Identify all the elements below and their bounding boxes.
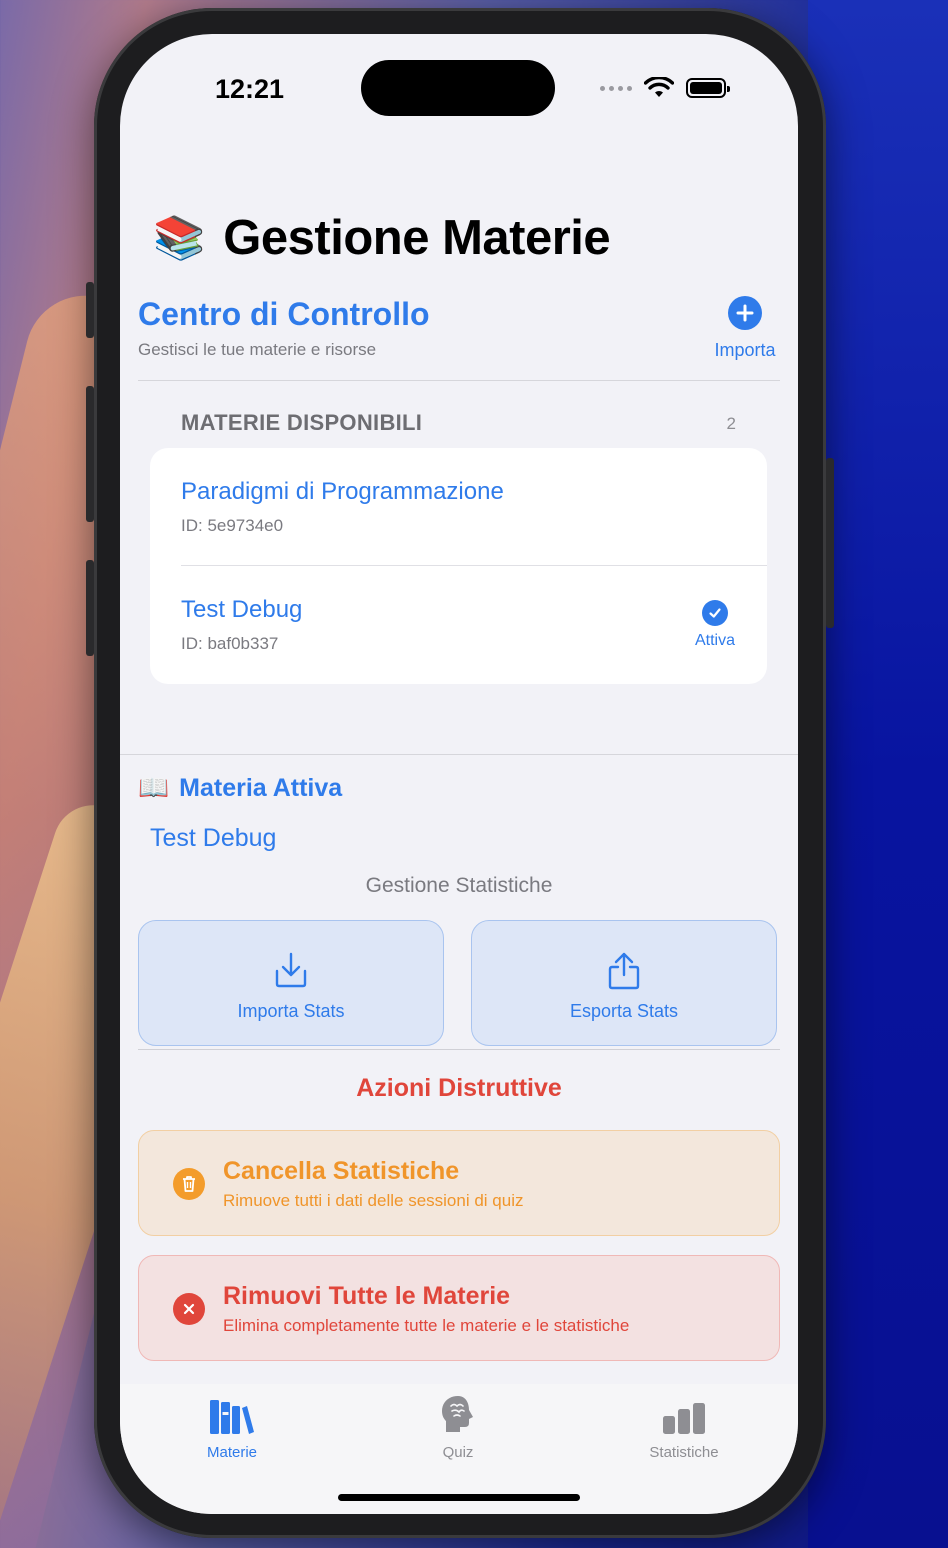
import-stats-label: Importa Stats (237, 1001, 345, 1021)
page-header: 📚 Gestione Materie (153, 210, 611, 266)
stats-management-label: Gestione Statistiche (365, 874, 553, 897)
side-button-power (826, 458, 834, 628)
list-item-materia[interactable]: Paradigmi di Programmazione ID: 5e9734e0 (181, 478, 767, 536)
materie-count: 2 (726, 414, 736, 433)
books-emoji-icon: 📚 (153, 213, 206, 261)
brain-head-icon (442, 1396, 473, 1432)
tab-statistiche[interactable]: Statistiche (614, 1394, 754, 1461)
active-materia-value: Test Debug (150, 824, 277, 852)
battery-icon (686, 78, 730, 98)
checkmark-circle-icon (701, 600, 728, 626)
section-header-materie: MATERIE DISPONIBILI (181, 410, 423, 435)
tab-label: Materie (206, 1444, 258, 1461)
clear-stats-subtitle: Rimuove tutti i dati delle sessioni di q… (223, 1191, 524, 1210)
materie-list: Paradigmi di Programmazione ID: 5e9734e0… (150, 448, 767, 684)
side-button-mute (86, 282, 94, 338)
active-badge: Attiva (695, 600, 735, 650)
active-label: Attiva (694, 632, 735, 649)
trash-icon (173, 1168, 205, 1200)
tray-download-icon (275, 952, 307, 988)
status-time: 12:21 (215, 74, 285, 104)
import-button[interactable]: Importa (710, 296, 780, 361)
row-divider (181, 565, 767, 566)
signal-dots-icon (600, 85, 632, 91)
tab-quiz[interactable]: Quiz (388, 1394, 528, 1461)
home-indicator[interactable] (338, 1494, 580, 1501)
tab-materie[interactable]: Materie (162, 1394, 302, 1461)
phone-screen: 12:21 📚 Gestione Materie Centro di Contr… (120, 34, 798, 1514)
dynamic-island (361, 60, 555, 116)
remove-all-subtitle: Elimina completamente tutte le materie e… (223, 1316, 630, 1335)
page-title: Gestione Materie (223, 211, 611, 265)
materia-id: ID: 5e9734e0 (181, 516, 284, 535)
open-book-emoji-icon: 📖 (138, 774, 170, 802)
destructive-actions-title: Azioni Distruttive (356, 1074, 562, 1102)
materia-id: ID: baf0b337 (181, 634, 279, 653)
import-stats-button[interactable]: Importa Stats (138, 920, 444, 1046)
active-materia-title: 📖 Materia Attiva (138, 774, 342, 803)
divider (138, 380, 780, 381)
remove-all-title: Rimuovi Tutte le Materie (223, 1282, 511, 1310)
wallpaper-right (808, 0, 948, 1548)
plus-circle-icon (728, 296, 762, 330)
control-center-subtitle: Gestisci le tue materie e risorse (138, 340, 377, 359)
books-vertical-icon (210, 1400, 254, 1434)
clear-stats-button[interactable]: Cancella Statistiche Rimuove tutti i dat… (138, 1130, 780, 1236)
remove-all-materie-button[interactable]: Rimuovi Tutte le Materie Elimina complet… (138, 1255, 780, 1361)
tab-label: Quiz (442, 1444, 474, 1461)
side-button-volume-down (86, 560, 94, 656)
clear-stats-title: Cancella Statistiche (223, 1157, 460, 1185)
materia-name: Test Debug (181, 596, 303, 623)
active-materia-heading: Materia Attiva (179, 774, 343, 802)
tab-label: Statistiche (649, 1444, 719, 1461)
wifi-icon (644, 77, 674, 97)
import-label: Importa (714, 340, 776, 360)
share-upload-icon (608, 952, 640, 990)
export-stats-button[interactable]: Esporta Stats (471, 920, 777, 1046)
materia-name: Paradigmi di Programmazione (181, 478, 504, 505)
status-indicators (600, 76, 730, 100)
side-button-volume-up (86, 386, 94, 522)
divider (138, 1049, 780, 1050)
chart-bar-icon (663, 1403, 705, 1434)
export-stats-label: Esporta Stats (569, 1001, 679, 1021)
xmark-circle-icon (173, 1293, 205, 1325)
divider (120, 754, 798, 755)
list-item-materia[interactable]: Test Debug ID: baf0b337 (181, 596, 767, 654)
control-center-title: Centro di Controllo (138, 296, 430, 332)
